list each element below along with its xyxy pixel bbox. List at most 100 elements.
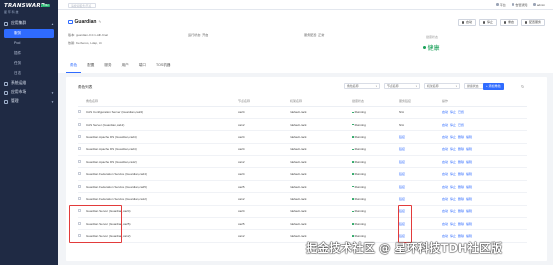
top-link-alerts[interactable]: 告警通知 [511,3,527,7]
column-header-role[interactable]: 角色名称 [86,96,238,107]
row-checkbox[interactable] [78,134,81,138]
row-action-link[interactable]: 停止 [450,172,456,176]
row-checkbox[interactable] [78,172,81,176]
row-action-link[interactable]: 删除 [458,222,464,226]
filter-node-name[interactable]: 节点名称 ▾ [384,83,420,89]
sidebar-group-app-cluster[interactable]: 应用集群 ▲ [0,19,58,28]
column-header-node[interactable]: 节点名称 [238,96,290,107]
sidebar-item-logs[interactable]: 日志 [4,69,54,78]
row-action-link[interactable]: 编辑 [466,172,472,176]
row-action-link[interactable]: 删除 [458,160,464,164]
row-action-link[interactable]: 编辑 [466,160,472,164]
tab-users[interactable]: 用户 [118,60,133,73]
row-action-link[interactable]: 启动 [442,147,448,151]
row-action-link[interactable]: 删除 [458,147,464,151]
column-header-health[interactable]: 健康状态 [352,96,399,107]
row-action-link[interactable]: 编辑 [466,209,472,213]
table-row[interactable]: Guardian Federation Service (Guardian,ca… [78,192,527,206]
row-action-link[interactable]: 启动 [442,160,448,164]
row-action-link[interactable]: 编辑 [466,185,472,189]
sidebar-item-pod[interactable]: Pod [4,39,54,48]
sidebar-item-plugins[interactable]: 插件 [4,49,54,58]
row-action-link[interactable]: 启动 [442,135,448,139]
global-search-input[interactable]: 请搜索服务/节点 [68,2,96,8]
add-role-button[interactable]: + 添加角色 [483,83,504,90]
row-action-link[interactable]: 编辑 [466,234,472,238]
config-service-button[interactable]: 配置服务 [520,19,545,26]
table-row[interactable]: CAS Configuration Server (Guardian,ca24)… [78,106,527,119]
start-button[interactable]: 启动 [457,19,476,26]
tab-ports[interactable]: 端口 [135,60,150,73]
row-action-link[interactable]: 停止 [450,209,456,213]
tab-service[interactable]: 服务 [100,60,115,73]
sidebar-group-ops[interactable]: 系统运维 [0,79,58,88]
table-row[interactable]: Guardian Apache DS (Guardian,ca24) ca24/d… [78,130,527,144]
refresh-icon[interactable]: ↻ [521,84,524,89]
table-row[interactable]: Guardian Apache DS (Guardian,ca12) ca12/d… [78,155,527,169]
service-link[interactable]: 链接 [399,197,405,201]
row-action-link[interactable]: 启动 [442,209,448,213]
tab-roles[interactable]: 角色 [66,60,82,73]
filter-role-name[interactable]: 角色名称 ▾ [344,83,380,89]
row-action-link[interactable]: 已终 [458,110,464,114]
row-action-link[interactable]: 删除 [458,234,464,238]
row-action-link[interactable]: 停止 [450,147,456,151]
sidebar-group-market[interactable]: 应用市场 ▼ [0,88,58,97]
row-checkbox[interactable] [78,122,81,126]
row-action-link[interactable]: 删除 [458,185,464,189]
service-link[interactable]: 链接 [399,147,405,151]
row-action-link[interactable]: 启动 [442,123,448,127]
table-row[interactable]: Guardian Server (Guardian,ca25) ca25/defa… [78,217,527,231]
restart-button[interactable]: 重启 [499,19,518,26]
sidebar-item-tasks[interactable]: 任务 [4,59,54,68]
row-action-link[interactable]: 已终 [458,123,464,127]
edit-icon[interactable]: ✎ [98,20,101,24]
row-action-link[interactable]: 停止 [450,185,456,189]
row-action-link[interactable]: 启动 [442,197,448,201]
table-row[interactable]: Guardian Server (Guardian,ca24) ca24/defa… [78,205,527,219]
service-link[interactable]: 链接 [399,135,405,139]
row-action-link[interactable]: 编辑 [466,197,472,201]
sidebar-group-manage[interactable]: 管理 ▼ [0,97,58,106]
row-action-link[interactable]: 停止 [450,234,456,238]
tab-config[interactable]: 配置 [83,60,98,73]
row-checkbox[interactable] [78,159,81,163]
row-action-link[interactable]: 停止 [450,110,456,114]
table-row[interactable]: Guardian Apache DS (Guardian,ca24) ca24/d… [78,143,527,157]
row-action-link[interactable]: 启动 [442,110,448,114]
top-link-user[interactable]: admin [533,3,545,7]
row-action-link[interactable]: 启动 [442,234,448,238]
row-action-link[interactable]: 编辑 [466,135,472,139]
table-row[interactable]: CAS Server (Guardian,ca12) ca12/default-r… [78,118,527,132]
top-link-platform[interactable]: 平台 [496,3,506,7]
column-header-rack[interactable]: 机架名称 [290,96,352,107]
service-link[interactable]: 链接 [399,185,405,189]
row-action-link[interactable]: 停止 [450,222,456,226]
row-checkbox[interactable] [78,196,81,200]
row-action-link[interactable]: 删除 [458,172,464,176]
row-action-link[interactable]: 停止 [450,135,456,139]
service-link[interactable]: 链接 [399,172,405,176]
stop-button[interactable]: 停止 [478,19,497,26]
brand-logo[interactable]: TRANSWARP 星 环 科 技 [0,0,58,16]
row-action-link[interactable]: 删除 [458,209,464,213]
row-action-link[interactable]: 编辑 [466,222,472,226]
row-action-link[interactable]: 启动 [442,222,448,226]
table-row[interactable]: Guardian Federation Service (Guardian,ca… [78,180,527,194]
row-action-link[interactable]: 停止 [450,160,456,164]
service-link[interactable]: 链接 [399,160,405,164]
row-checkbox[interactable] [78,184,81,188]
row-checkbox[interactable] [78,110,81,114]
row-action-link[interactable]: 启动 [442,172,448,176]
row-action-link[interactable]: 删除 [458,197,464,201]
tab-tos-machines[interactable]: TOS机器 [152,60,175,73]
row-action-link[interactable]: 启动 [442,185,448,189]
table-row[interactable]: Guardian Federation Service (Guardian,ca… [78,167,527,181]
row-action-link[interactable]: 删除 [458,135,464,139]
row-action-link[interactable]: 编辑 [466,147,472,151]
sidebar-item-services[interactable]: 服务 [4,29,54,38]
row-action-link[interactable]: 停止 [450,197,456,201]
row-checkbox[interactable] [78,147,81,151]
row-action-link[interactable]: 停止 [450,123,456,127]
filter-rack-name[interactable]: 机架名称 ▾ [424,83,460,89]
